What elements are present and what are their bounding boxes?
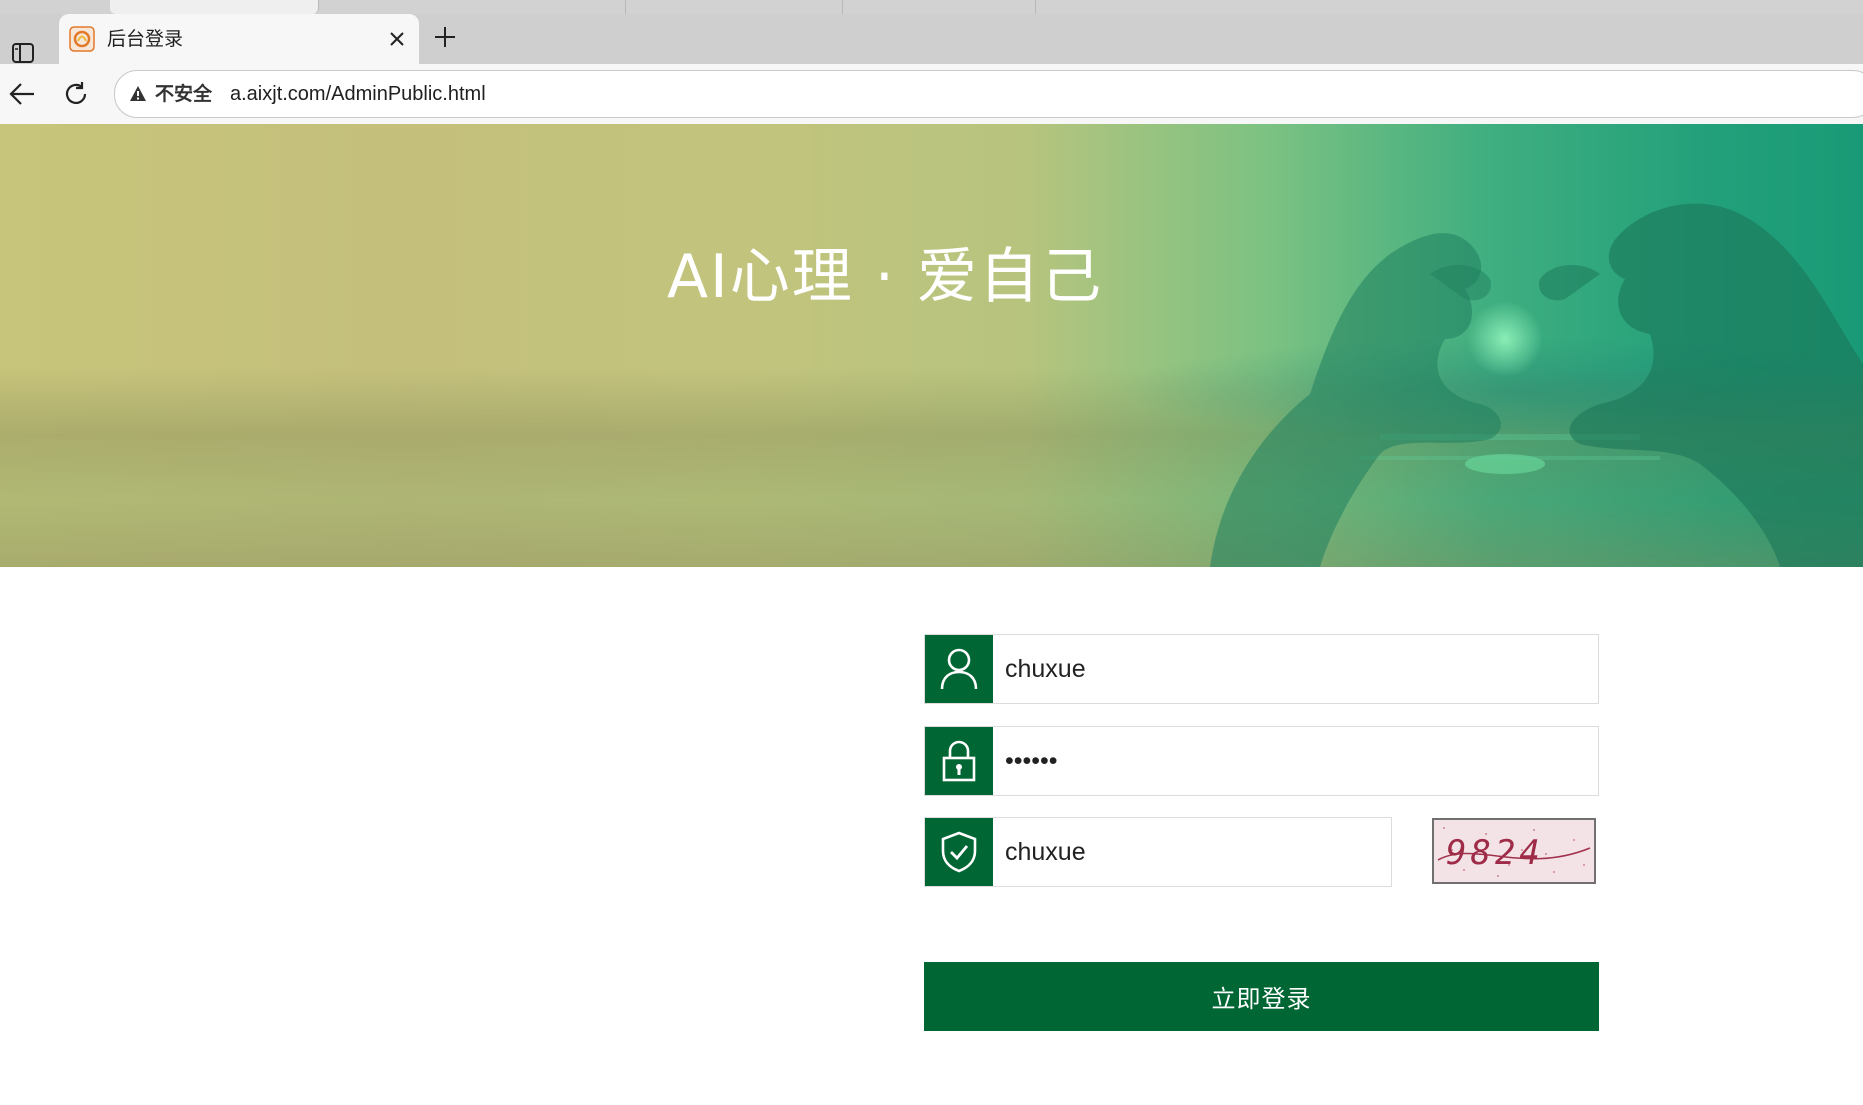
background-tab-strip xyxy=(0,0,1863,14)
hero-banner: AI心理 · 爱自己 xyxy=(0,124,1863,567)
captcha-field[interactable] xyxy=(924,817,1392,887)
username-input[interactable] xyxy=(1005,635,1585,703)
site-favicon-icon xyxy=(69,26,95,52)
background-tab[interactable] xyxy=(632,0,843,14)
password-field[interactable] xyxy=(924,726,1599,796)
captcha-input[interactable] xyxy=(1005,818,1377,886)
banner-title: AI心理 · 爱自己 xyxy=(667,242,1103,312)
password-input[interactable] xyxy=(1005,727,1585,795)
reload-icon[interactable] xyxy=(60,78,92,110)
background-tab[interactable] xyxy=(110,0,319,14)
address-bar[interactable]: 不安全 a.aixjt.com/AdminPublic.html xyxy=(114,70,1863,118)
browser-toolbar: 不安全 a.aixjt.com/AdminPublic.html xyxy=(0,64,1863,125)
url-text[interactable]: a.aixjt.com/AdminPublic.html xyxy=(230,82,486,106)
captcha-image-text: 9824 xyxy=(1446,833,1544,873)
close-tab-icon[interactable] xyxy=(385,27,409,51)
active-tab[interactable]: 后台登录 xyxy=(59,14,419,64)
lock-icon xyxy=(925,727,993,795)
background-tab[interactable] xyxy=(850,0,1036,14)
insecure-label[interactable]: 不安全 xyxy=(155,82,212,106)
username-field[interactable] xyxy=(924,634,1599,704)
tab-title: 后台登录 xyxy=(107,28,184,50)
login-button[interactable]: 立即登录 xyxy=(924,962,1599,1031)
background-tab[interactable] xyxy=(328,0,626,14)
warning-icon[interactable] xyxy=(129,85,147,103)
user-icon xyxy=(925,635,993,703)
heart-hands-image xyxy=(1180,164,1863,567)
captcha-image[interactable]: 9824 xyxy=(1432,818,1596,884)
shield-check-icon xyxy=(925,818,993,886)
back-arrow-icon[interactable] xyxy=(6,78,38,110)
new-tab-icon[interactable] xyxy=(430,22,460,52)
tab-actions-icon[interactable] xyxy=(10,40,36,66)
